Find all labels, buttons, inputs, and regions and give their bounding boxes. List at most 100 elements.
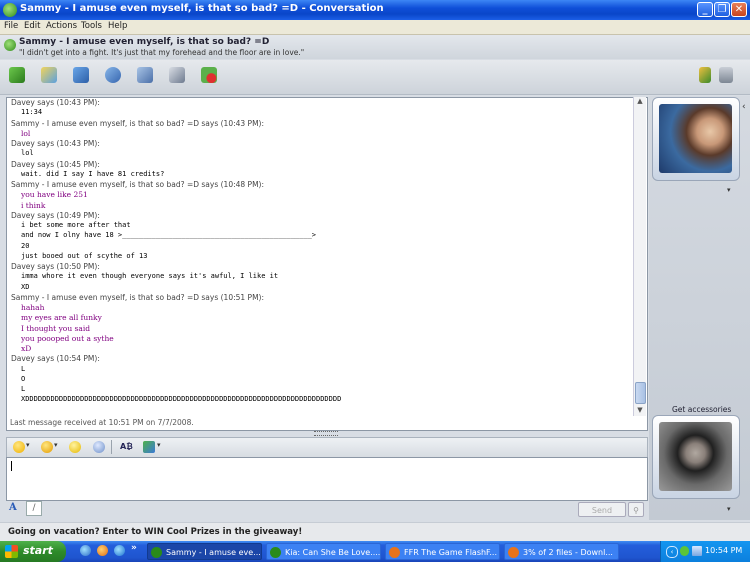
my-picture-dropdown-icon[interactable]: ▾ <box>727 505 731 513</box>
messenger-task-icon <box>270 547 281 558</box>
contact-display-picture-frame[interactable] <box>652 97 740 181</box>
menu-help[interactable]: Help <box>108 21 127 31</box>
message-text: lol <box>21 149 34 158</box>
taskbar-item-downloads[interactable]: 3% of 2 files - Downl... <box>504 543 619 560</box>
pane-splitter[interactable] <box>6 431 646 436</box>
message-sender-line: Davey says (10:50 PM): <box>11 262 100 271</box>
splitter-grip[interactable] <box>314 431 338 436</box>
chat-scrollbar[interactable]: ▲ ▼ <box>633 97 646 416</box>
message-sender-line: Sammy - I amuse even myself, is that so … <box>11 118 265 128</box>
send-button[interactable]: Send <box>578 502 626 517</box>
message-text: lol <box>21 128 31 138</box>
quicklaunch-ie-icon[interactable] <box>114 545 125 556</box>
my-display-picture-frame[interactable] <box>652 415 740 499</box>
message-text: L <box>21 364 26 373</box>
emoticon-dropdown-icon[interactable]: ▾ <box>26 441 30 449</box>
toolbar-divider <box>111 440 112 454</box>
taskbar-item-sammy[interactable]: Sammy - I amuse eve... <box>147 543 262 560</box>
message-sender-line: Davey says (10:43 PM): <box>11 98 100 107</box>
menu-edit[interactable]: Edit <box>24 21 40 31</box>
taskbar-item-label: Sammy - I amuse eve... <box>166 548 261 557</box>
menu-file[interactable]: File <box>4 21 18 31</box>
messenger-tray-icon[interactable] <box>680 546 689 556</box>
background-dropdown-icon[interactable]: ▾ <box>157 441 161 449</box>
message-text: O <box>21 374 26 383</box>
message-text: XDDDDDDDDDDDDDDDDDDDDDDDDDDDDDDDDDDDDDDD… <box>21 395 342 404</box>
voice-clip-icon[interactable] <box>93 441 105 453</box>
message-text: XD <box>21 282 30 291</box>
call-icon[interactable] <box>105 67 121 83</box>
message-text: I thought you said <box>21 323 91 333</box>
taskbar-item-label: 3% of 2 files - Downl... <box>523 548 613 557</box>
background-icon[interactable] <box>143 441 155 453</box>
message-sender-line: Davey says (10:49 PM): <box>11 210 100 220</box>
message-text: my eyes are all funky <box>21 313 102 323</box>
message-text: hahah <box>21 303 45 312</box>
contact-name: Sammy - I amuse even myself, is that so … <box>19 37 270 47</box>
quicklaunch-more-icon[interactable]: » <box>131 543 137 553</box>
my-display-picture <box>659 422 732 491</box>
message-input[interactable] <box>6 457 648 501</box>
collapse-panel-icon[interactable]: ‹ <box>742 102 746 112</box>
window-title: Sammy - I amuse even myself, is that so … <box>20 3 384 14</box>
wink-dropdown-icon[interactable]: ▾ <box>54 441 58 449</box>
show-menu-icon[interactable] <box>719 67 733 83</box>
quicklaunch-messenger-icon[interactable] <box>80 545 91 556</box>
close-button[interactable]: ✕ <box>731 2 747 17</box>
formatting-bar: ▾ ▾ A₿ ▾ <box>6 437 648 458</box>
show-hidden-icons-icon[interactable]: ‹ <box>666 546 678 558</box>
conversation-toolbar <box>0 60 750 95</box>
webcam-icon[interactable] <box>73 67 89 83</box>
scroll-thumb[interactable] <box>635 382 646 404</box>
message-sender-line: Sammy - I amuse even myself, is that so … <box>11 180 265 189</box>
scroll-down-icon[interactable]: ▼ <box>635 406 645 414</box>
nudge-icon[interactable] <box>69 441 81 453</box>
chat-history[interactable]: Davey says (10:43 PM): 11:34 Sammy - I amu… <box>6 97 648 431</box>
network-icon[interactable] <box>692 546 702 556</box>
handwriting-icon[interactable]: ∕ <box>26 501 42 516</box>
message-text: wait. did I say I have 81 credits? <box>21 169 165 178</box>
get-accessories-link[interactable]: Get accessories <box>672 405 731 414</box>
start-label: start <box>23 544 53 557</box>
wink-icon[interactable] <box>41 441 53 453</box>
activities-icon[interactable] <box>169 67 185 83</box>
taskbar-item-kia[interactable]: Kia: Can She Be Love.... <box>266 543 381 560</box>
message-text: and now I olny have 18 >________________… <box>21 231 317 240</box>
maximize-button[interactable]: ❐ <box>714 2 730 17</box>
send-files-icon[interactable] <box>41 67 57 83</box>
block-contact-icon[interactable] <box>201 67 217 83</box>
message-text: i think <box>21 200 46 210</box>
emoticon-icon[interactable] <box>13 441 25 453</box>
taskbar-item-ffr[interactable]: FFR The Game FlashF... <box>385 543 500 560</box>
firefox-task-icon <box>508 547 519 558</box>
text-caret <box>11 461 12 471</box>
title-bar[interactable]: Sammy - I amuse even myself, is that so … <box>0 0 750 20</box>
menu-actions[interactable]: Actions <box>46 21 77 31</box>
contact-picture-dropdown-icon[interactable]: ▾ <box>727 186 731 194</box>
scroll-up-icon[interactable]: ▲ <box>635 97 645 105</box>
search-icon[interactable]: ⚲ <box>628 502 644 517</box>
message-sender-line: Davey says (10:43 PM): <box>11 139 100 148</box>
font-icon[interactable]: A₿ <box>120 442 133 451</box>
online-status-icon <box>4 39 16 51</box>
minimize-button[interactable]: _ <box>697 2 713 17</box>
message-text: xD <box>21 344 32 353</box>
start-button[interactable]: start <box>0 541 66 562</box>
menu-tools[interactable]: Tools <box>81 21 102 31</box>
message-text: i bet some more after that <box>21 221 131 229</box>
last-message-status: Last message received at 10:51 PM on 7/7… <box>10 418 194 427</box>
messenger-icon <box>3 3 17 17</box>
menu-bar: File Edit Actions Tools Help <box>0 20 750 35</box>
contact-personal-message: "I didn't get into a fight. It's just th… <box>19 48 305 57</box>
message-text: 11:34 <box>21 108 43 117</box>
font-style-icon[interactable]: A <box>9 502 17 513</box>
promo-link[interactable]: Going on vacation? Enter to WIN Cool Pri… <box>8 527 302 537</box>
windows-logo-icon <box>5 545 18 558</box>
contact-display-picture <box>659 104 732 173</box>
share-folder-icon[interactable] <box>137 67 153 83</box>
quicklaunch-firefox-icon[interactable] <box>97 545 108 556</box>
message-text: you have like 251 <box>21 190 88 200</box>
invite-contact-icon[interactable] <box>9 67 25 83</box>
paint-brush-icon[interactable] <box>699 67 711 83</box>
message-text: 20 <box>21 241 30 250</box>
